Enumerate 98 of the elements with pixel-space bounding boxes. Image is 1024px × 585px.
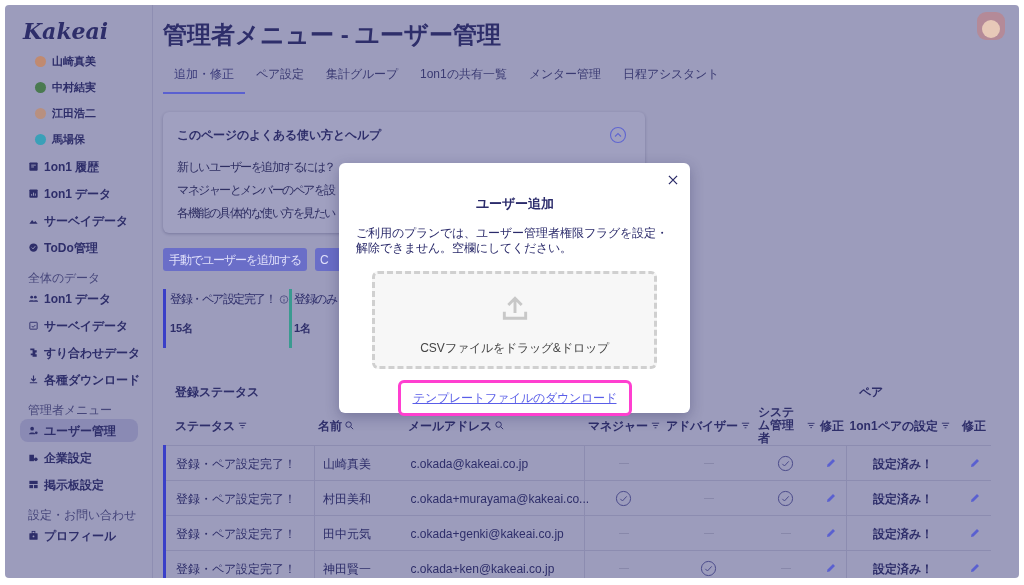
table-cell: 神田賢一 xyxy=(323,562,371,576)
tab[interactable]: 日程アシスタント xyxy=(611,63,730,94)
column-header: マネジャー xyxy=(587,417,648,435)
pencil-icon[interactable] xyxy=(825,527,838,539)
sidebar-item[interactable]: サーベイデータ xyxy=(20,314,138,337)
member-name[interactable]: 中村結実 xyxy=(52,78,96,96)
table-cell: 登録・ペア設定完了！ xyxy=(176,527,296,541)
table-cell: 登録・ペア設定完了！ xyxy=(176,492,296,506)
pencil-icon[interactable] xyxy=(968,527,981,539)
member-avatar xyxy=(35,81,46,93)
calendar-icon xyxy=(28,320,39,331)
table-cell: 山崎真美 xyxy=(323,457,371,471)
pencil-icon[interactable] xyxy=(968,492,981,504)
table-cell: 設定済み！ xyxy=(872,527,933,541)
sidebar-item[interactable]: すり合わせデータ xyxy=(20,341,138,364)
briefcase-icon xyxy=(28,530,39,541)
member-name[interactable]: 山崎真美 xyxy=(52,52,96,70)
search-icon xyxy=(493,420,505,431)
chevron-icon[interactable] xyxy=(609,126,627,144)
table-cell: 登録・ペア設定完了！ xyxy=(176,562,296,576)
filter-icon xyxy=(649,420,661,431)
drop-zone[interactable]: CSVファイルをドラッグ&ドロップ xyxy=(372,270,657,369)
drop-zone-text: CSVファイルをドラッグ&ドロップ xyxy=(420,339,609,357)
help-question[interactable]: 新しいユーザーを追加するには？ xyxy=(177,158,335,176)
pencil-icon[interactable] xyxy=(825,457,838,469)
action-button[interactable]: 手動でユーザーを追加する xyxy=(163,248,307,271)
column-header: ステータス xyxy=(174,417,235,435)
chart-icon xyxy=(28,188,39,199)
pencil-icon[interactable] xyxy=(968,457,981,469)
filter-icon xyxy=(236,420,248,431)
board-icon xyxy=(28,479,39,490)
help-question[interactable]: 各機能の具体的な使い方を見たい xyxy=(177,204,335,222)
table-cell: 村田美和 xyxy=(323,492,371,506)
table-cell: 設定済み！ xyxy=(872,492,933,506)
filter-icon xyxy=(806,420,817,431)
stat-value: 1名 xyxy=(294,321,313,336)
member-name[interactable]: 馬場保 xyxy=(52,130,85,148)
table-cell: 設定済み！ xyxy=(872,457,933,471)
download-icon xyxy=(28,374,39,385)
stat-label: 登録のみ xyxy=(294,291,336,308)
dialog-title: ユーザー追加 xyxy=(474,195,555,213)
page-title: 管理者メニュー - ユーザー管理 xyxy=(163,20,502,50)
template-download-link[interactable]: テンプレートファイルのダウンロード xyxy=(397,379,632,416)
table-cell: 登録・ペア設定完了！ xyxy=(176,457,296,471)
table-cell: c.okada+murayama@kakeai.co... xyxy=(410,492,590,506)
table-cell: c.okada@kakeai.co.jp xyxy=(410,457,529,471)
search-icon xyxy=(343,420,355,431)
pencil-icon[interactable] xyxy=(825,562,838,574)
help-title: このページのよくある使い方とヘルプ xyxy=(177,127,381,144)
people-icon xyxy=(28,293,39,304)
tab[interactable]: 追加・修正 xyxy=(163,63,245,94)
column-header: 名前 xyxy=(317,417,342,435)
sidebar-item[interactable]: 各種ダウンロード xyxy=(20,368,138,391)
sidebar-item[interactable]: 1on1 履歴 xyxy=(20,155,138,178)
member-avatar xyxy=(35,133,46,145)
member-avatar xyxy=(35,55,46,67)
dialog-message: ご利用のプランでは、ユーザー管理者権限フラグを設定・解除できません。空欄にしてください。 xyxy=(356,225,669,256)
column-header: 修正 xyxy=(961,417,986,435)
pencil-icon[interactable] xyxy=(968,562,981,574)
sidebar-item[interactable]: ToDo管理 xyxy=(20,236,138,259)
pencil-icon[interactable] xyxy=(825,492,838,504)
sidebar-item[interactable]: 企業設定 xyxy=(20,446,138,469)
table-cell: 田中元気 xyxy=(323,527,371,541)
sidebar-item[interactable]: 1on1 データ xyxy=(20,182,138,205)
sidebar-item[interactable]: ユーザー管理 xyxy=(20,419,138,442)
check-circle-icon xyxy=(28,242,39,253)
close-icon[interactable] xyxy=(666,173,680,187)
section-label: 全体のデータ xyxy=(27,271,101,285)
filter-icon xyxy=(939,420,951,431)
user-avatar[interactable] xyxy=(977,12,1005,40)
group-header: 登録ステータス xyxy=(174,385,259,399)
sidebar-item[interactable]: サーベイデータ xyxy=(20,209,138,232)
member-avatar xyxy=(35,107,46,119)
sidebar-item[interactable]: プロフィール xyxy=(20,524,138,547)
tab[interactable]: 1on1の共有一覧 xyxy=(409,63,518,94)
table-cell: 設定済み！ xyxy=(872,562,933,576)
logo: Kakeai xyxy=(23,17,110,46)
stat-value: 15名 xyxy=(170,321,195,336)
member-name[interactable]: 江田浩二 xyxy=(52,104,96,122)
section-label: 設定・お問い合わせ xyxy=(27,508,137,522)
tab[interactable]: 集計グループ xyxy=(315,63,409,94)
column-header: メールアドレス xyxy=(407,417,492,435)
column-header: アドバイザー xyxy=(665,417,738,435)
table-cell: c.okada+genki@kakeai.co.jp xyxy=(410,527,564,541)
filter-icon xyxy=(739,420,751,431)
column-header: システム管理者 xyxy=(757,406,795,445)
column-header: 1on1ペアの設定 xyxy=(849,417,938,435)
group-header: ペア xyxy=(858,385,883,399)
stat-label: 登録・ペア設定完了！ xyxy=(170,291,275,308)
help-question[interactable]: マネジャーとメンバーのペアを設 xyxy=(177,181,335,199)
tab[interactable]: ペア設定 xyxy=(245,63,315,94)
table-cell: c.okada+ken@kakeai.co.jp xyxy=(410,562,555,576)
column-header: 修正 xyxy=(819,417,844,435)
section-label: 管理者メニュー xyxy=(27,403,113,417)
sidebar-item[interactable]: 掲示板設定 xyxy=(20,473,138,496)
note-icon xyxy=(28,161,39,172)
sidebar-item[interactable]: 1on1 データ xyxy=(20,287,138,310)
tab[interactable]: メンター管理 xyxy=(517,63,612,94)
